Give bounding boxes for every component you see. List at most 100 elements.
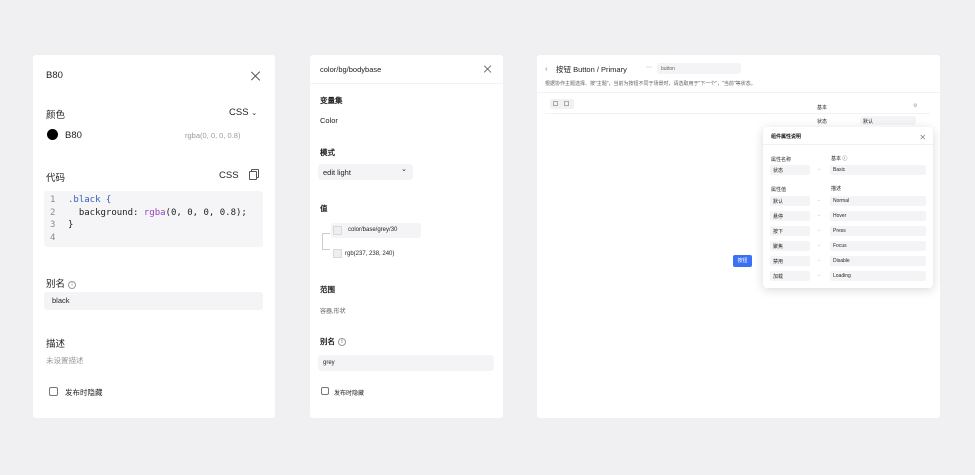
header-description: 描述 [831, 186, 842, 192]
reference-variable-name: color/base/grey/30 [348, 227, 398, 233]
header-prop-name: 属性名称 [771, 157, 792, 163]
prop-value: Hover [833, 213, 847, 219]
prop-label-basic: 基本 [817, 105, 828, 111]
frame-icon[interactable] [564, 101, 569, 106]
component-doc-panel: ‹ 按钮 Button / Primary ⋯ button 根据协作主题选择、… [537, 55, 940, 418]
alias-label: 别名 i [320, 336, 346, 347]
alias-value: black [52, 296, 70, 305]
info-icon: i [68, 281, 77, 289]
prop-value-cell[interactable]: Press [830, 226, 926, 236]
copy-icon[interactable] [249, 169, 259, 180]
more-icon[interactable]: ⋯ [646, 64, 652, 71]
color-swatch-dot [47, 129, 58, 140]
arrow-icon: → [816, 212, 821, 218]
popover-divider [763, 144, 933, 145]
prop-key: 按下 [773, 229, 784, 235]
property-row: 禁用 → Disable [770, 256, 930, 266]
value-label: 值 [320, 204, 328, 213]
rgb-value: rgb(237, 238, 240) [345, 251, 395, 257]
collection-value: Color [320, 116, 338, 125]
prop-type-value: Basic [833, 167, 846, 173]
state-select[interactable]: 默认 [860, 116, 916, 125]
mode-select[interactable]: edit light ⌄ [318, 164, 413, 180]
format-select[interactable]: CSS ⌄ [229, 107, 257, 118]
prop-value: Focus [833, 243, 847, 249]
close-icon[interactable] [251, 71, 261, 81]
code-line: .black { [68, 195, 112, 205]
line-number: 4 [50, 232, 56, 243]
property-row: 聚焦 → Focus [770, 241, 930, 251]
prop-key-cell[interactable]: 按下 [770, 226, 810, 236]
code-format-label[interactable]: CSS [219, 170, 239, 181]
code-function: rgba [143, 207, 166, 218]
scope-value: 容器,形状 [320, 309, 346, 315]
prop-key: 禁用 [773, 259, 784, 265]
reference-variable[interactable]: color/base/grey/30 [331, 223, 421, 238]
header-basic: 基本 ⓘ [831, 156, 848, 162]
description-input[interactable]: 未设置描述 [46, 355, 84, 366]
line-number: 2 [50, 207, 56, 218]
prop-type-cell[interactable]: Basic [830, 165, 926, 175]
component-description: 根据协作主题选择、按"主题"，当前为按钮不同于场景时，请选取用于"下一个"，"当… [545, 81, 756, 87]
prop-value: Loading [833, 273, 851, 279]
collection-label: 变量集 [320, 96, 343, 105]
code-line: background: rgba(0, 0, 0, 0.8); [68, 207, 247, 220]
hide-on-publish-label: 发布时隐藏 [65, 388, 103, 397]
prop-value: Disable [833, 258, 850, 264]
code-property: background: [68, 207, 144, 218]
prop-key-cell[interactable]: 聚焦 [770, 241, 810, 251]
divider [310, 83, 503, 84]
alias-label-text: 别名 [320, 337, 335, 346]
prop-key: 聚焦 [773, 244, 784, 250]
back-chevron-icon[interactable]: ‹ [545, 64, 548, 73]
close-icon[interactable] [484, 65, 492, 73]
reference-connector [322, 233, 330, 250]
prop-key-cell[interactable]: 加载 [770, 271, 810, 281]
code-line: } [68, 220, 74, 230]
alias-field[interactable]: black [44, 292, 263, 310]
prop-value-cell[interactable]: Disable [830, 256, 926, 266]
prop-value-cell[interactable]: Hover [830, 211, 926, 221]
property-row: 加载 → Loading [770, 271, 930, 281]
line-number: 1 [50, 195, 56, 205]
component-tag[interactable]: button [657, 63, 741, 74]
component-tag-text: button [661, 66, 675, 72]
variable-detail-panel: color/bg/bodybase 变量集 Color 模式 edit ligh… [310, 55, 503, 418]
alias-field[interactable]: grey [318, 355, 494, 371]
canvas-frame-line [545, 113, 930, 114]
arrow-icon: → [816, 242, 821, 248]
prop-name-value: 状态 [773, 168, 784, 174]
prop-value-cell[interactable]: Normal [830, 196, 926, 206]
prop-key-cell[interactable]: 悬停 [770, 211, 810, 221]
preview-primary-button[interactable]: 按钮 [733, 255, 752, 267]
prop-key: 悬停 [773, 214, 784, 220]
prop-label-state: 状态 [817, 119, 828, 125]
code-section-label: 代码 [46, 173, 66, 184]
code-args: (0, 0, 0, 0.8); [165, 207, 247, 218]
popover-title: 组件属性说明 [771, 134, 802, 140]
prop-name-cell[interactable]: 状态 [770, 165, 810, 175]
arrow-icon: → [816, 197, 821, 203]
color-swatch [333, 249, 342, 258]
prop-value-cell[interactable]: Focus [830, 241, 926, 251]
scope-label: 范围 [320, 285, 335, 294]
color-detail-panel: B80 颜色 CSS ⌄ B80 rgba(0, 0, 0, 0.8) 代码 C… [33, 55, 275, 418]
description-label: 描述 [46, 339, 66, 350]
variable-title: color/bg/bodybase [320, 65, 382, 74]
settings-icon[interactable]: ⚙ [913, 103, 917, 109]
property-row: 按下 → Press [770, 226, 930, 236]
prop-value-cell[interactable]: Loading [830, 271, 926, 281]
line-number: 3 [50, 220, 56, 230]
alias-label-text: 别名 [46, 279, 66, 290]
color-value: rgba(0, 0, 0, 0.8) [185, 131, 241, 140]
hide-on-publish-checkbox[interactable] [321, 387, 329, 395]
prop-key-cell[interactable]: 禁用 [770, 256, 810, 266]
arrow-icon: → [816, 272, 821, 278]
close-icon[interactable] [921, 135, 926, 140]
color-swatch [333, 226, 342, 235]
hide-on-publish-checkbox[interactable] [49, 387, 58, 396]
grid-icon[interactable] [553, 101, 558, 106]
alias-label: 别名 i [46, 276, 77, 290]
property-row: 默认 → Normal [770, 196, 930, 206]
prop-key-cell[interactable]: 默认 [770, 196, 810, 206]
